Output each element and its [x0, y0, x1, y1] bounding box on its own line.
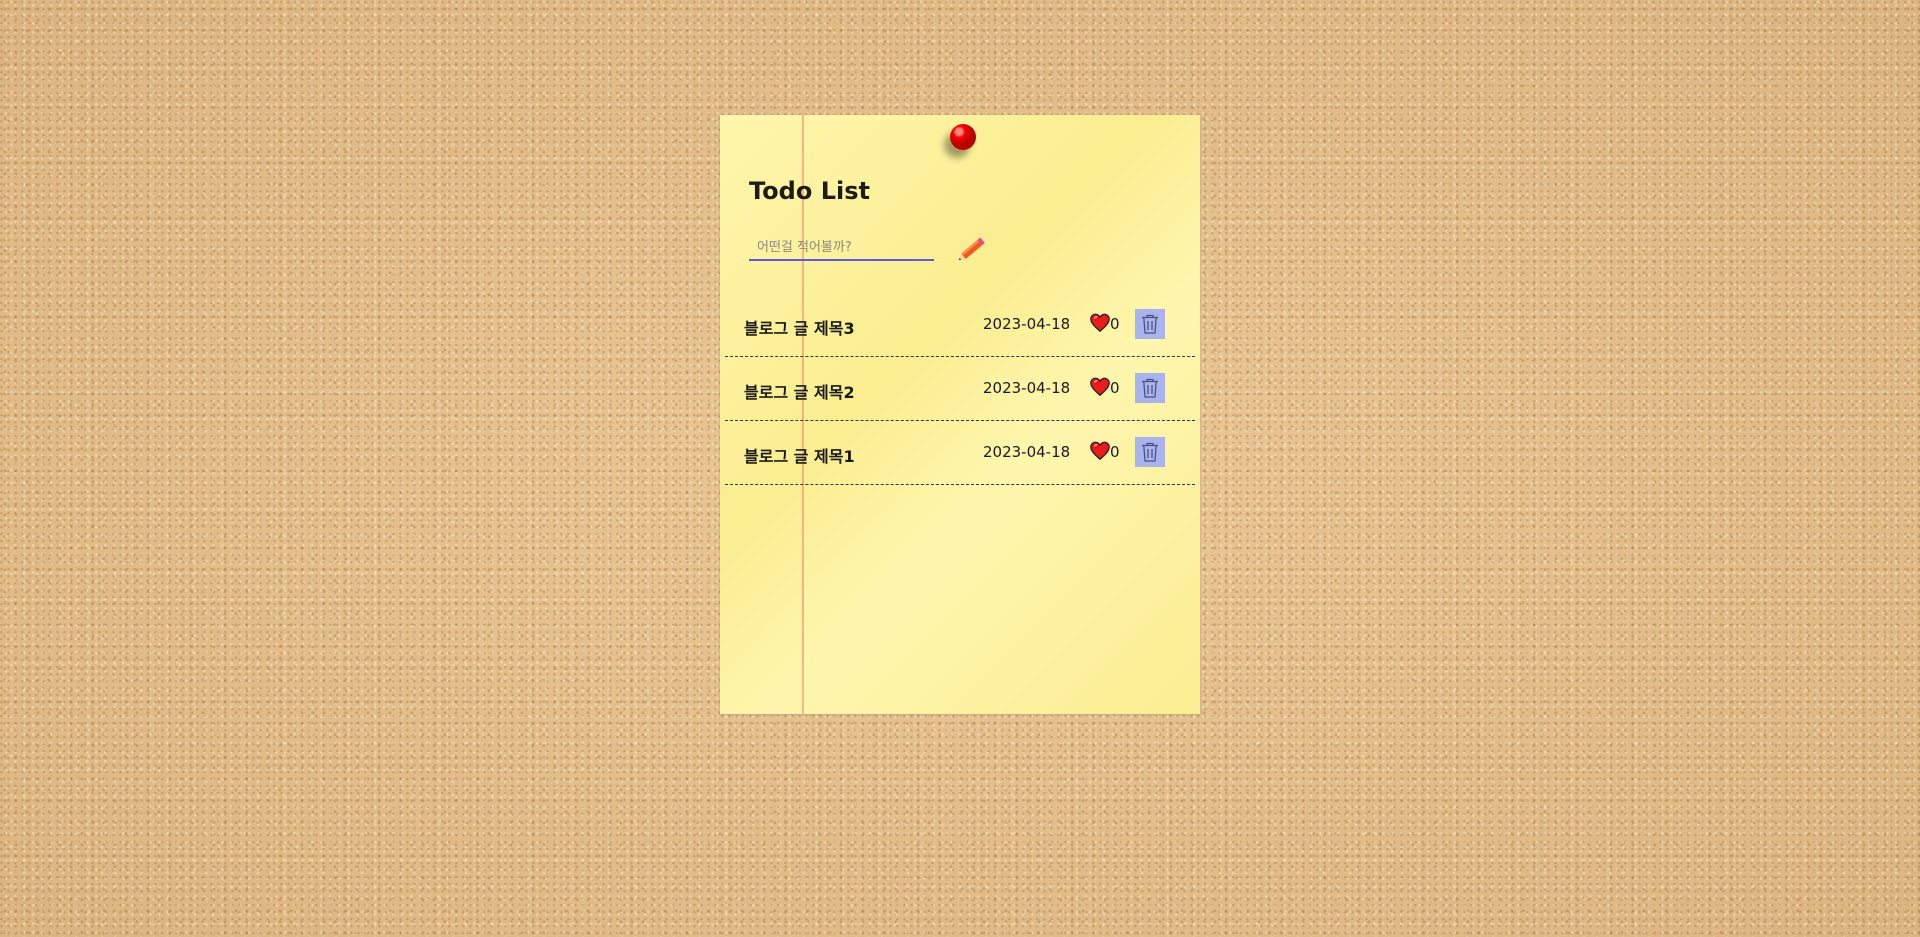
todo-list: 블로그 글 제목3 2023-04-18 0 블로그 글 제목2 2023-04… [725, 293, 1195, 485]
trash-icon [1142, 378, 1158, 398]
trash-icon [1142, 314, 1158, 334]
heart-icon[interactable] [1089, 440, 1111, 462]
pushpin-icon [950, 124, 976, 150]
trash-icon [1142, 442, 1158, 462]
heart-icon[interactable] [1089, 312, 1111, 334]
delete-button[interactable] [1135, 437, 1165, 467]
todo-item-title[interactable]: 블로그 글 제목2 [744, 379, 855, 403]
todo-input[interactable] [749, 235, 934, 261]
like-count: 0 [1110, 443, 1120, 461]
like-count: 0 [1110, 379, 1120, 397]
todo-input-row [749, 235, 999, 271]
pencil-icon[interactable] [955, 233, 991, 265]
todo-note: Todo List 블로그 글 제목3 2023-04-18 0 [720, 115, 1200, 714]
delete-button[interactable] [1135, 373, 1165, 403]
page-title: Todo List [749, 177, 870, 205]
delete-button[interactable] [1135, 309, 1165, 339]
todo-item: 블로그 글 제목2 2023-04-18 0 [725, 357, 1195, 421]
todo-item-title[interactable]: 블로그 글 제목1 [744, 443, 855, 467]
todo-item-date: 2023-04-18 [983, 379, 1071, 397]
like-count: 0 [1110, 315, 1120, 333]
heart-icon[interactable] [1089, 376, 1111, 398]
todo-item-title[interactable]: 블로그 글 제목3 [744, 315, 855, 339]
todo-item-date: 2023-04-18 [983, 315, 1071, 333]
todo-item: 블로그 글 제목3 2023-04-18 0 [725, 293, 1195, 357]
todo-item: 블로그 글 제목1 2023-04-18 0 [725, 421, 1195, 485]
todo-item-date: 2023-04-18 [983, 443, 1071, 461]
